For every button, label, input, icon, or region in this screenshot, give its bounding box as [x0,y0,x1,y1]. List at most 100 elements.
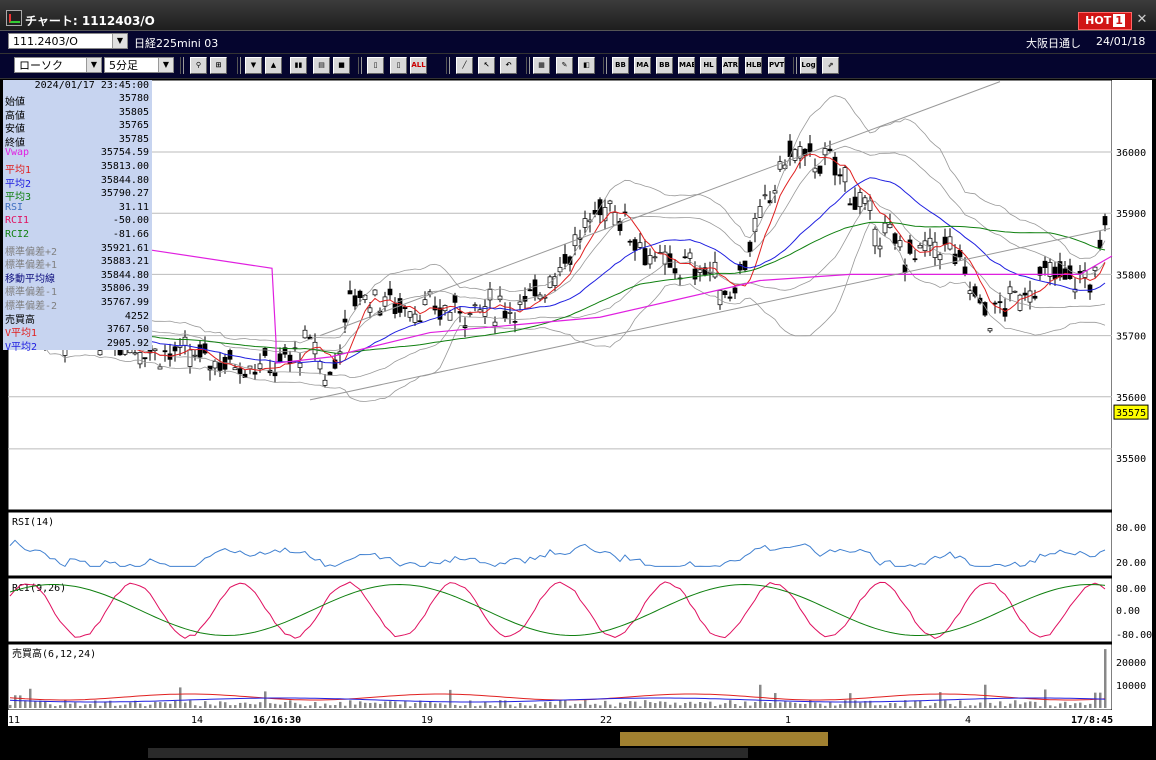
volume-bar [509,704,512,708]
volume-bar [1069,705,1072,708]
info-row: 平均2 35844.80 [3,175,149,190]
price-tick-label: 35700 [1116,332,1146,343]
info-row: RSI 31.11 [3,202,149,215]
candle-body [1077,270,1083,274]
volume-bar [89,704,92,708]
volume-bar [624,704,627,708]
candle-body [132,352,138,355]
volume-bar [554,704,557,708]
candle-body [367,307,373,313]
volume-bar [534,704,537,708]
chart-canvas[interactable]: 36000 35900 35800 35700 35600 35500 35575 RSI(1… [0,0,1156,760]
candle-body [352,295,358,307]
volume-bar [709,701,712,708]
scrollbar-thumb[interactable] [620,732,828,746]
volume-bar [974,705,977,708]
volume-bar [524,705,527,708]
volume-bar [324,703,327,708]
volume-bar [389,701,392,708]
candle-body [392,303,398,314]
info-value: 35921.61 [100,242,149,254]
candle-body [272,372,278,377]
volume-bar [674,702,677,708]
volume-bar [59,705,62,708]
info-label: RCI1 [5,215,30,227]
volume-bar [434,703,437,708]
volume-bar [609,704,612,708]
volume-bar [444,704,447,708]
info-label: RSI [5,201,24,213]
volume-bar [764,702,767,708]
volume-bar [584,700,587,708]
volume-bar [119,705,122,708]
volume-bar [334,705,337,708]
candle-body [1012,290,1018,293]
volume-bar [779,702,782,708]
volume-bar [914,700,917,708]
candle-body [407,311,413,318]
volume-bar [799,703,802,708]
volume-bar [369,703,372,708]
info-row: 標準偏差+1 35883.21 [3,256,149,271]
info-value: 35767.99 [100,297,149,308]
info-row: 終値 35785 [3,134,149,149]
candle-body [297,362,303,368]
candle-body [412,313,418,323]
volume-bar [304,706,307,708]
volume-bar [589,704,592,708]
candle-body [827,148,833,151]
volume-bar [999,701,1002,708]
volume-bar [824,705,827,708]
volume-bar [149,704,152,708]
price-tick-label: 35900 [1116,209,1146,220]
candle-body [807,143,813,153]
volume-bar [129,702,132,708]
candle-body [257,363,263,369]
last-price-label: 35575 [1116,408,1146,419]
volume-bar [634,701,637,708]
volume-bar [789,702,792,708]
volume-bar [99,705,102,708]
candle-body [697,269,703,273]
x-axis-label: 1 [785,715,791,726]
volume-bar [209,704,212,708]
volume-bar [184,702,187,708]
x-axis-label: 14 [191,715,203,726]
volume-bar [1029,701,1032,708]
x-axis-label: 4 [965,715,971,726]
volume-bar [854,700,857,708]
volume-bar [1059,703,1062,708]
volume-bar [519,702,522,708]
candle-body [1102,216,1108,226]
candle-body [217,362,223,371]
candle-body [157,366,163,370]
candle-body [152,348,158,352]
volume-bar [79,705,82,708]
volume-bar [169,703,172,708]
volume-bar [654,703,657,708]
price-tick-label: 35800 [1116,270,1146,281]
info-value: 31.11 [118,201,149,213]
candle-body [522,295,528,302]
volume-bar [274,703,277,708]
volume-bar [329,705,332,708]
candle-body [1032,295,1038,299]
x-axis-label: 19 [421,715,433,726]
candle-body [447,311,453,321]
volume-bar [174,700,177,708]
volume-bar [254,704,257,708]
candle-body [637,242,643,248]
info-row: Vwap 35754.59 [3,147,149,160]
volume-bar [264,691,267,708]
price-panel [7,79,1113,511]
candle-body [692,268,698,280]
volume-bar [1074,703,1077,708]
volume-bar [739,706,742,708]
candle-body [872,228,878,247]
candle-body [162,350,168,353]
candle-body [582,218,588,228]
volume-bar [544,702,547,708]
volume-bar [294,702,297,708]
volume-bar [244,702,247,708]
candle-body [347,290,353,295]
